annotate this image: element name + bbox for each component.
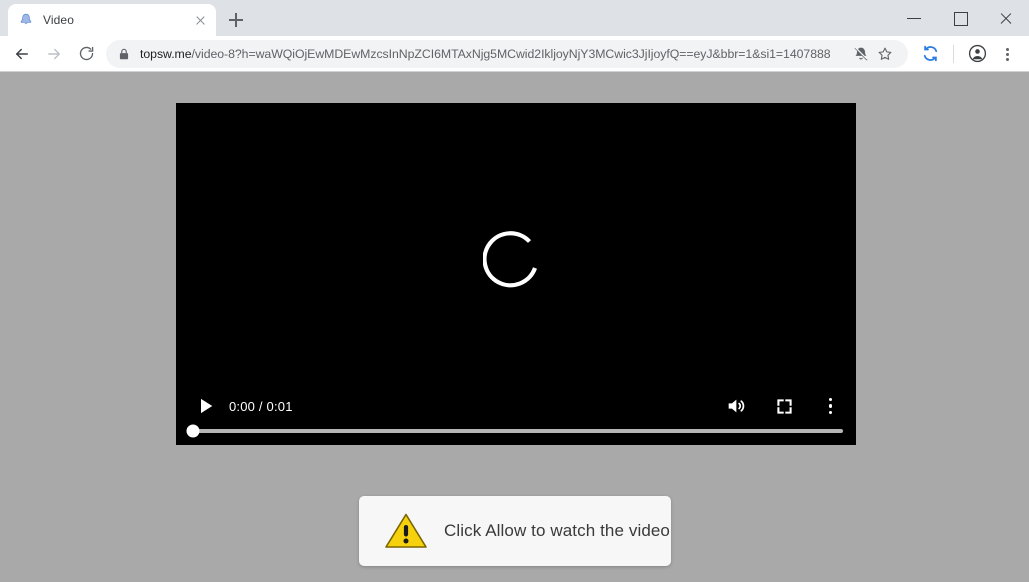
tab-video[interactable]: Video bbox=[8, 4, 216, 36]
video-time-display: 0:00 / 0:01 bbox=[229, 398, 293, 414]
banner-message: Click Allow to watch the video bbox=[444, 521, 670, 540]
video-progress-bar[interactable] bbox=[186, 424, 843, 438]
profile-avatar[interactable] bbox=[963, 40, 991, 68]
volume-icon[interactable] bbox=[721, 392, 751, 420]
url-path: /video-8?h=waWQiOjEwMDEwMzcsInNpZCI6MTAx… bbox=[191, 46, 831, 61]
sync-extension-icon[interactable] bbox=[916, 40, 944, 68]
progress-thumb[interactable] bbox=[186, 424, 200, 438]
allow-notification-banner[interactable]: Click Allow to watch the video bbox=[359, 496, 671, 566]
url-host: topsw.me bbox=[140, 46, 192, 61]
reload-button[interactable] bbox=[72, 40, 100, 68]
bookmark-star-icon[interactable] bbox=[874, 43, 896, 65]
address-bar[interactable]: topsw.me/video-8?h=waWQiOjEwMDEwMzcsInNp… bbox=[106, 39, 908, 68]
tab-title: Video bbox=[43, 13, 74, 27]
new-tab-button[interactable] bbox=[222, 6, 250, 34]
back-button[interactable] bbox=[8, 40, 36, 68]
page-viewport: 0:00 / 0:01 Click Allow to watch the vid… bbox=[0, 72, 1029, 582]
loading-spinner-icon bbox=[482, 228, 549, 294]
tab-strip: Video bbox=[0, 0, 1029, 36]
video-more-options-icon[interactable] bbox=[817, 392, 843, 420]
play-button[interactable] bbox=[193, 393, 219, 419]
chrome-menu-icon[interactable] bbox=[993, 40, 1021, 68]
notifications-blocked-icon[interactable] bbox=[850, 43, 872, 65]
fullscreen-icon[interactable] bbox=[769, 392, 799, 420]
close-icon[interactable] bbox=[192, 12, 208, 28]
toolbar-right bbox=[914, 40, 1023, 68]
omnibox-icons bbox=[850, 43, 896, 65]
window-controls bbox=[891, 0, 1029, 36]
browser-window: Video topsw.me/video-8?h=waWQiOjEwMDEwMz… bbox=[0, 0, 1029, 582]
video-controls: 0:00 / 0:01 bbox=[176, 373, 856, 445]
video-controls-row: 0:00 / 0:01 bbox=[193, 392, 843, 420]
bell-favicon bbox=[18, 12, 34, 28]
video-player[interactable]: 0:00 / 0:01 bbox=[176, 103, 856, 445]
url-text: topsw.me/video-8?h=waWQiOjEwMDEwMzcsInNp… bbox=[140, 47, 844, 61]
maximize-button[interactable] bbox=[937, 0, 983, 36]
browser-toolbar: topsw.me/video-8?h=waWQiOjEwMDEwMzcsInNp… bbox=[0, 36, 1029, 72]
warning-triangle-icon bbox=[384, 511, 428, 551]
minimize-button[interactable] bbox=[891, 0, 937, 36]
lock-icon bbox=[117, 47, 131, 61]
close-window-button[interactable] bbox=[983, 0, 1029, 36]
toolbar-divider bbox=[953, 44, 954, 63]
forward-button bbox=[40, 40, 68, 68]
